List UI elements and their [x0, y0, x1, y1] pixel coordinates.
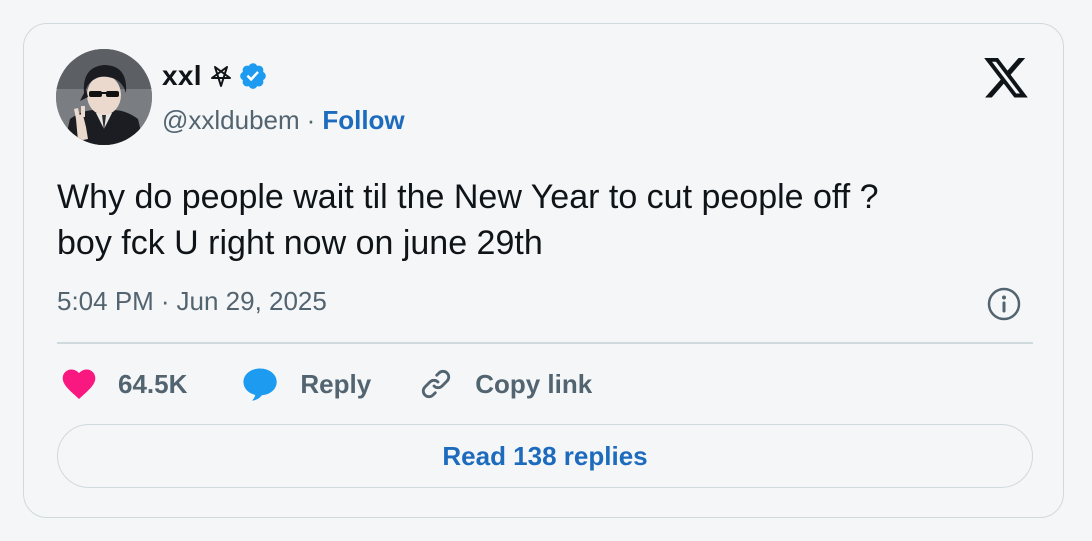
tweet-time: 5:04 PM — [57, 285, 154, 316]
divider — [57, 342, 1033, 344]
like-count: 64.5K — [118, 368, 188, 399]
heart-icon — [62, 368, 96, 400]
tweet-text: Why do people wait til the New Year to c… — [57, 174, 1037, 266]
tweet-text-line: Why do people wait til the New Year to c… — [57, 178, 879, 216]
avatar-image — [56, 49, 152, 145]
tweet-actions: 64.5K Reply Copy link — [62, 364, 592, 404]
link-icon — [419, 367, 453, 401]
handle-separator: · — [306, 104, 316, 135]
info-icon[interactable] — [986, 286, 1022, 322]
timestamp-separator: · — [160, 285, 170, 316]
speech-bubble-icon — [242, 367, 278, 401]
tweet-timestamp[interactable]: 5:04 PM · Jun 29, 2025 — [57, 283, 327, 319]
display-name[interactable]: xxl — [162, 58, 202, 94]
like-button[interactable]: 64.5K — [62, 368, 187, 400]
tweet-date: Jun 29, 2025 — [176, 285, 327, 316]
read-replies-button[interactable]: Read 138 replies — [57, 424, 1033, 488]
copy-link-label: Copy link — [475, 368, 593, 399]
tweet-text-line: boy fck U right now on june 29th — [57, 224, 543, 262]
avatar[interactable] — [56, 49, 152, 145]
tweet-embed-card: xxl @xxldubem · Follow Why do people wai… — [23, 23, 1064, 518]
reply-label: Reply — [300, 368, 372, 399]
x-logo-icon[interactable] — [984, 58, 1028, 98]
reply-button[interactable]: Reply — [242, 367, 371, 401]
verified-badge-icon — [238, 61, 268, 91]
handle-row: @xxldubem · Follow — [162, 102, 405, 138]
pentagram-icon — [209, 64, 233, 88]
user-handle[interactable]: @xxldubem — [162, 105, 300, 136]
author-name-row: xxl — [162, 58, 268, 94]
copy-link-button[interactable]: Copy link — [419, 367, 592, 401]
follow-link[interactable]: Follow — [322, 105, 404, 136]
